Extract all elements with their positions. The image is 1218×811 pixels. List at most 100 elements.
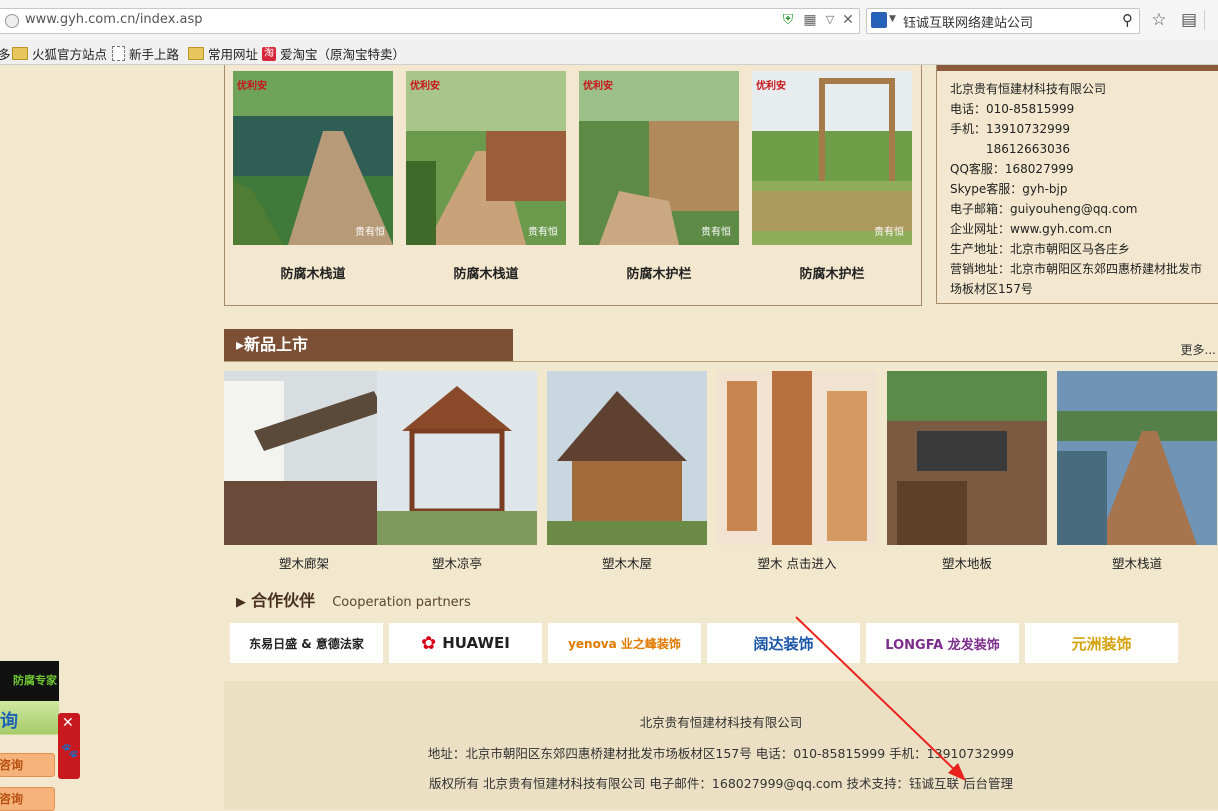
product-card[interactable]: 优利安 贵有恒 防腐木护栏 <box>579 71 739 282</box>
new-product-card[interactable]: 塑木凉亭 <box>377 371 537 572</box>
partner-name: HUAWEI <box>442 634 510 652</box>
product-card[interactable]: 优利安 贵有恒 防腐木栈道 <box>233 71 393 282</box>
close-icon: ✕ <box>62 715 74 731</box>
product-card[interactable]: 优利安 贵有恒 防腐木栈道 <box>406 71 566 282</box>
new-product-caption[interactable]: 塑木木屋 <box>547 553 707 572</box>
triangle-icon: ▸ <box>236 335 245 354</box>
widget-close-button[interactable]: ✕ 🐾 <box>58 713 80 779</box>
new-product-image[interactable] <box>377 371 537 545</box>
bookmark-label: 常用网址 <box>208 47 259 62</box>
new-product-image[interactable] <box>717 371 877 545</box>
toolbar-divider <box>1204 10 1218 30</box>
product-image[interactable]: 优利安 贵有恒 <box>579 71 739 245</box>
new-product-card[interactable]: 塑木地板 <box>887 371 1047 572</box>
footer-copyright: 版权所有 北京贵有恒建材科技有限公司 电子邮件：168027999@qq.com… <box>428 776 1013 791</box>
new-product-caption[interactable]: 塑木栈道 <box>1057 553 1217 572</box>
partner-logo-yenova[interactable]: yenova 业之峰装饰 <box>548 623 701 663</box>
brand-mark: 优利安 <box>410 79 440 92</box>
dropdown-icon[interactable]: ▽ <box>821 11 839 29</box>
watermark: 贵有恒 <box>874 225 904 238</box>
more-link[interactable]: 更多... <box>1181 341 1216 358</box>
new-product-caption[interactable]: 塑木凉亭 <box>377 553 537 572</box>
contact-sales: 营销地址：北京市朝阳区东郊四惠桥建材批发市 <box>950 262 1203 276</box>
contact-factory: 生产地址：北京市朝阳区马各庄乡 <box>950 242 1131 256</box>
widget-title: 询 <box>0 711 18 732</box>
page-content: 优利安 贵有恒 防腐木栈道 优利安 贵有恒 防腐木栈道 优利安 贵有恒 防腐木护… <box>0 65 1218 811</box>
watermark: 贵有恒 <box>528 225 558 238</box>
new-product-card[interactable]: 塑木栈道 <box>1057 371 1217 572</box>
contact-panel: 北京贵有恒建材科技有限公司 电话：010-85815999 手机：1391073… <box>936 65 1218 304</box>
star-icon[interactable]: ☆ <box>1148 9 1170 31</box>
contact-phone: 电话：010-85815999 <box>950 102 1075 116</box>
paw-icon: 🐾 <box>61 743 79 759</box>
chat-widget[interactable]: 防腐专家 询 咨询 咨询 <box>0 661 60 811</box>
product-image[interactable]: 优利安 贵有恒 <box>406 71 566 245</box>
baidu-icon[interactable]: 🐾 <box>871 12 887 28</box>
new-product-image[interactable] <box>224 371 384 545</box>
new-product-image[interactable] <box>547 371 707 545</box>
bookmark-item[interactable]: 常用网址 <box>188 44 258 63</box>
partners-header: ▶ 合作伙伴 Cooperation partners <box>236 587 471 611</box>
product-caption[interactable]: 防腐木护栏 <box>579 263 739 282</box>
search-icon[interactable]: ⚲ <box>1122 11 1133 29</box>
new-products-tab: ▸新品上市 <box>224 329 513 361</box>
product-caption[interactable]: 防腐木栈道 <box>233 263 393 282</box>
site-footer: 北京贵有恒建材科技有限公司 地址：北京市朝阳区东郊四惠桥建材批发市场板材区157… <box>224 681 1218 809</box>
new-product-caption[interactable]: 塑木地板 <box>887 553 1047 572</box>
brand-mark: 优利安 <box>756 79 786 92</box>
new-product-caption[interactable]: 塑木廊架 <box>224 553 384 572</box>
new-product-card[interactable]: 塑木 点击进入 <box>717 371 877 572</box>
browser-toolbar: www.gyh.com.cn/index.asp ⛨ ▦ ▽ ✕ 🐾 ▼ 钰诚互… <box>0 0 1218 41</box>
product-card[interactable]: 优利安 贵有恒 防腐木护栏 <box>752 71 912 282</box>
search-bar[interactable]: 🐾 ▼ 钰诚互联网络建站公司 ⚲ <box>866 8 1140 34</box>
new-product-card[interactable]: 塑木廊架 <box>224 371 384 572</box>
product-caption[interactable]: 防腐木栈道 <box>406 263 566 282</box>
partner-name: yenova 业之峰装饰 <box>568 636 681 651</box>
url-text[interactable]: www.gyh.com.cn/index.asp <box>25 12 203 27</box>
folder-icon <box>188 47 204 60</box>
partner-logo-dongyi[interactable]: 东易日盛 & 意德法家 <box>230 623 383 663</box>
contact-skype: Skype客服：gyh-bjp <box>950 182 1068 196</box>
contact-mobile: 手机：13910732999 <box>950 122 1070 136</box>
bookmark-label: 爱淘宝（原淘宝特卖） <box>280 47 406 62</box>
product-image[interactable]: 优利安 贵有恒 <box>752 71 912 245</box>
brand-mark: 优利安 <box>237 79 267 92</box>
new-product-card[interactable]: 塑木木屋 <box>547 371 707 572</box>
bookmark-item[interactable]: 新手上路 <box>112 44 179 63</box>
new-product-image[interactable] <box>887 371 1047 545</box>
partner-logo-yuanzhou[interactable]: 元洲装饰 <box>1025 623 1178 663</box>
page-icon <box>112 46 125 61</box>
search-input[interactable]: 钰诚互联网络建站公司 <box>903 12 1033 31</box>
product-panel: 优利安 贵有恒 防腐木栈道 优利安 贵有恒 防腐木栈道 优利安 贵有恒 防腐木护… <box>224 65 922 306</box>
contact-qq: QQ客服：168027999 <box>950 162 1074 176</box>
close-icon[interactable]: ✕ <box>839 11 857 29</box>
reading-list-icon[interactable]: ▤ <box>1178 9 1200 31</box>
bookmark-item[interactable]: 多 <box>0 44 11 63</box>
product-image[interactable]: 优利安 贵有恒 <box>233 71 393 245</box>
watermark: 贵有恒 <box>355 225 385 238</box>
new-product-image[interactable] <box>1057 371 1217 545</box>
brand-mark: 优利安 <box>583 79 613 92</box>
product-caption[interactable]: 防腐木护栏 <box>752 263 912 282</box>
new-products-header: ▸新品上市 更多... <box>224 329 1218 362</box>
shield-icon[interactable]: ⛨ <box>779 11 797 29</box>
new-product-caption[interactable]: 塑木 点击进入 <box>717 553 877 572</box>
bookmark-item[interactable]: 淘爱淘宝（原淘宝特卖） <box>262 44 405 63</box>
contact-info: 北京贵有恒建材科技有限公司 电话：010-85815999 手机：1391073… <box>950 79 1212 299</box>
chevron-down-icon[interactable]: ▼ <box>889 14 896 24</box>
bookmark-label: 新手上路 <box>129 47 180 62</box>
partner-name: 东易日盛 & 意德法家 <box>249 636 364 651</box>
triangle-icon: ▶ <box>236 595 246 610</box>
bookmark-item[interactable]: 火狐官方站点 <box>12 44 107 63</box>
bookmarks-bar: 多 火狐官方站点 新手上路 常用网址 淘爱淘宝（原淘宝特卖） <box>0 40 1218 65</box>
consult-button-2[interactable]: 咨询 <box>0 787 55 811</box>
contact-header-bar <box>937 65 1218 71</box>
contact-sales-2: 场板材区157号 <box>950 282 1033 296</box>
consult-button[interactable]: 咨询 <box>0 753 55 777</box>
url-bar[interactable]: www.gyh.com.cn/index.asp ⛨ ▦ ▽ ✕ <box>0 8 860 34</box>
contact-email: 电子邮箱：guiyouheng@qq.com <box>950 202 1138 216</box>
partner-logo-huawei[interactable]: ✿ HUAWEI <box>389 623 542 663</box>
new-products-title: 新品上市 <box>244 335 309 354</box>
qr-code-icon[interactable]: ▦ <box>801 11 819 29</box>
partner-name: 元洲装饰 <box>1071 634 1132 653</box>
